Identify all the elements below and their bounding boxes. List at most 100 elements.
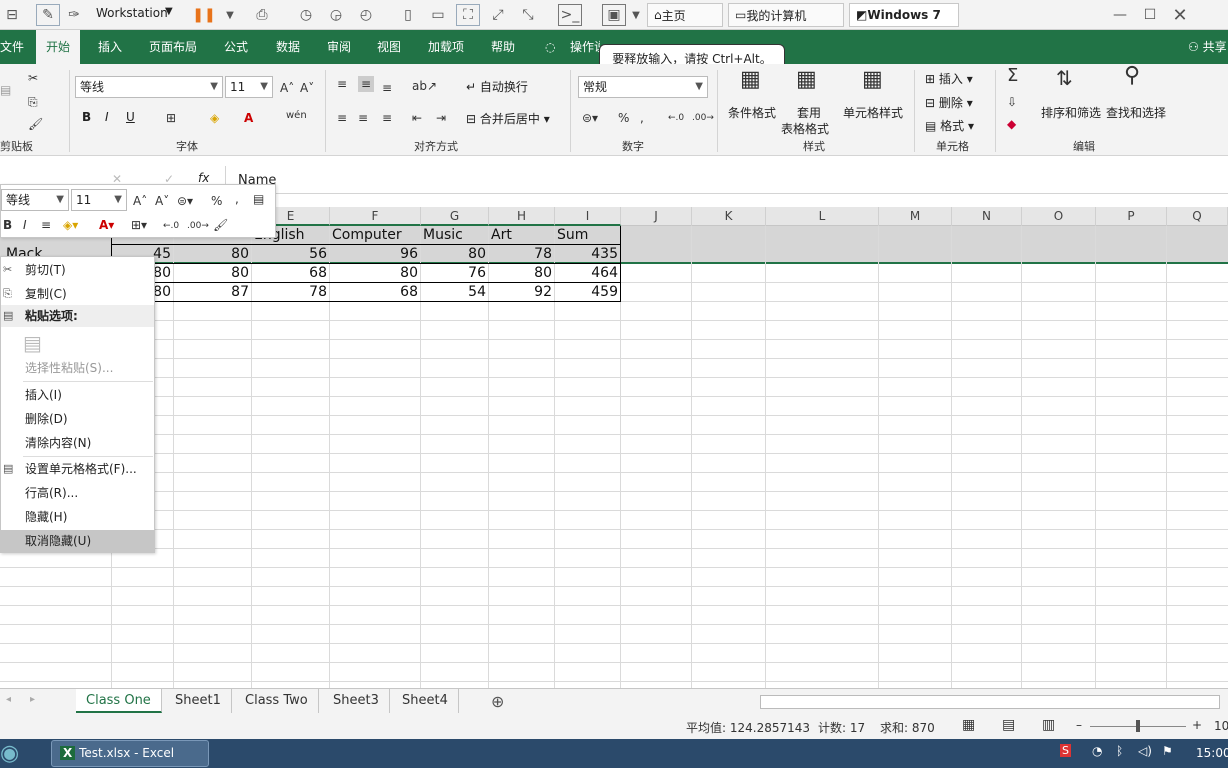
align-middle-icon[interactable]: ≡ (358, 76, 375, 92)
cell-header[interactable]: Computer (330, 226, 421, 245)
currency-icon[interactable]: ⊜▾ (177, 193, 193, 209)
column-header[interactable]: P (1096, 207, 1167, 226)
format-painter-icon[interactable]: 🖌 (28, 116, 43, 132)
mini-font-combo[interactable]: 等线 ▼ (1, 189, 69, 211)
table-cell[interactable]: 87 (173, 283, 251, 302)
format-table-button[interactable]: 套用 (797, 104, 821, 121)
table-cell[interactable]: 78 (251, 283, 329, 302)
clear-icon[interactable]: ◆ (1007, 116, 1016, 132)
format-painter-icon[interactable]: 🖌 (213, 217, 228, 233)
table-cell[interactable]: 435 (554, 245, 620, 264)
find-select-button[interactable]: 查找和选择 (1106, 104, 1166, 121)
fill-icon[interactable]: ⇩ (1007, 94, 1017, 110)
stretch-icon[interactable]: ⤡ (516, 4, 540, 26)
table-cell[interactable]: 68 (251, 264, 329, 283)
chevron-down-icon[interactable]: ▼ (218, 4, 242, 26)
cell-header[interactable]: Sum (555, 226, 621, 245)
network-icon[interactable]: ◔ (1092, 744, 1102, 758)
formula-input[interactable]: Name (225, 166, 1228, 193)
fill-color-icon[interactable]: ◈ (210, 110, 219, 126)
conditional-format-button[interactable]: 条件格式 (728, 104, 776, 121)
function-icon[interactable]: fx (198, 171, 209, 185)
scroll-right-icon[interactable]: ▸ (30, 694, 35, 705)
align-center-icon[interactable]: ≡ (41, 217, 51, 233)
cell-header[interactable]: Music (421, 226, 489, 245)
ime-icon[interactable]: S (1060, 744, 1071, 757)
view-icon[interactable]: ▣ (602, 4, 626, 26)
tab-my-computer[interactable]: ▭ 我的计算机 (728, 3, 844, 27)
table-cell[interactable]: 54 (420, 283, 488, 302)
minimize-icon[interactable]: — (1108, 4, 1132, 26)
underline-button[interactable]: U (126, 110, 135, 124)
tab-page-layout[interactable]: 页面布局 (149, 30, 197, 64)
menu-item-row-height[interactable]: 行高(R)... (1, 482, 154, 504)
comma-icon[interactable]: , (235, 191, 239, 207)
menu-item-delete[interactable]: 删除(D) (1, 408, 154, 430)
send-keys-icon[interactable]: ⎙ (250, 4, 274, 26)
border-icon[interactable]: ⊞ (166, 110, 176, 126)
workstation-menu[interactable]: Workstation (96, 6, 168, 20)
close-icon[interactable]: ✕ (1168, 4, 1192, 26)
font-color-icon[interactable]: A (244, 110, 253, 126)
increase-font-icon[interactable]: A˄ (133, 193, 147, 209)
sort-filter-button[interactable]: 排序和筛选 (1041, 104, 1101, 121)
decrease-font-icon[interactable]: A˅ (155, 193, 169, 209)
save-icon[interactable]: ⊟ (0, 4, 24, 26)
merge-center-button[interactable]: ⊟ 合并后居中 ▾ (466, 110, 550, 127)
tab-home[interactable]: ⌂ 主页 (647, 3, 723, 27)
tab-help[interactable]: 帮助 (491, 30, 515, 64)
insert-cells-button[interactable]: ⊞ 插入 ▾ (925, 70, 973, 87)
decrease-decimal-icon[interactable]: .00→ (187, 218, 209, 234)
pin2-icon[interactable]: ✑ (62, 4, 86, 26)
align-left-icon[interactable]: ≡ (337, 110, 347, 126)
format-cells-button[interactable]: ▤ 格式 ▾ (925, 117, 974, 134)
menu-item-copy[interactable]: ⎘ 复制(C) (1, 283, 154, 305)
menu-item-insert[interactable]: 插入(I) (1, 384, 154, 406)
horizontal-scrollbar[interactable] (760, 695, 1220, 709)
align-right-icon[interactable]: ≡ (382, 110, 392, 126)
table-cell[interactable]: 68 (329, 283, 420, 302)
phonetic-icon[interactable]: wén (286, 108, 307, 124)
font-size-combo[interactable]: 11 ▼ (225, 76, 273, 98)
wrap-text-button[interactable]: ↵ 自动换行 (466, 78, 528, 95)
align-bottom-icon[interactable]: ≡ (382, 80, 392, 96)
paste-icon[interactable]: ▤ (0, 82, 11, 98)
tab-insert[interactable]: 插入 (98, 30, 122, 64)
thumbnail-icon[interactable]: ▭ (426, 4, 450, 26)
font-color-icon[interactable]: A▾ (99, 217, 114, 233)
tab-file[interactable]: 文件 (0, 30, 24, 64)
cut-icon[interactable]: ✂ (28, 70, 38, 86)
revert-icon[interactable]: ◶ (324, 4, 348, 26)
flag-icon[interactable]: ⚑ (1162, 744, 1173, 758)
table-cell[interactable]: 80 (173, 264, 251, 283)
sheet-tab[interactable]: Sheet3 (323, 689, 390, 713)
column-header[interactable]: J (621, 207, 692, 226)
percent-icon[interactable]: % (618, 110, 629, 126)
taskbar-excel[interactable]: X Test.xlsx - Excel (51, 740, 209, 767)
orientation-icon[interactable]: ab↗ (412, 78, 437, 94)
column-header[interactable]: Q (1167, 207, 1228, 226)
page-break-icon[interactable]: ▥ (1042, 717, 1055, 733)
normal-view-icon[interactable]: ▦ (962, 717, 975, 733)
increase-font-icon[interactable]: A˄ (280, 80, 294, 96)
format-table-icon[interactable]: ▤ (253, 191, 264, 207)
number-format-combo[interactable]: 常规 ▼ (578, 76, 708, 98)
fullscreen-icon[interactable]: ⛶ (456, 4, 480, 26)
column-header[interactable]: H (489, 207, 555, 226)
table-cell[interactable]: 80 (488, 264, 554, 283)
mini-size-combo[interactable]: 11 ▼ (71, 189, 127, 211)
indent-decrease-icon[interactable]: ⇤ (412, 110, 422, 126)
bold-icon[interactable]: B (3, 217, 12, 233)
bluetooth-icon[interactable]: ᛒ (1116, 744, 1123, 758)
start-icon[interactable]: ◉ (0, 741, 19, 766)
sheet-tab[interactable]: Sheet4 (392, 689, 459, 713)
increase-decimal-icon[interactable]: ←.0 (163, 218, 179, 234)
comma-icon[interactable]: , (640, 110, 644, 126)
table-cell[interactable]: 80 (173, 245, 251, 264)
increase-decimal-icon[interactable]: ←.0 (668, 110, 684, 126)
chevron-down-icon[interactable]: ▼ (624, 4, 648, 26)
table-cell[interactable]: 76 (420, 264, 488, 283)
chevron-down-icon[interactable]: ▼ (165, 6, 173, 17)
menu-item-clear[interactable]: 清除内容(N) (1, 432, 154, 454)
table-cell[interactable]: 78 (488, 245, 554, 264)
